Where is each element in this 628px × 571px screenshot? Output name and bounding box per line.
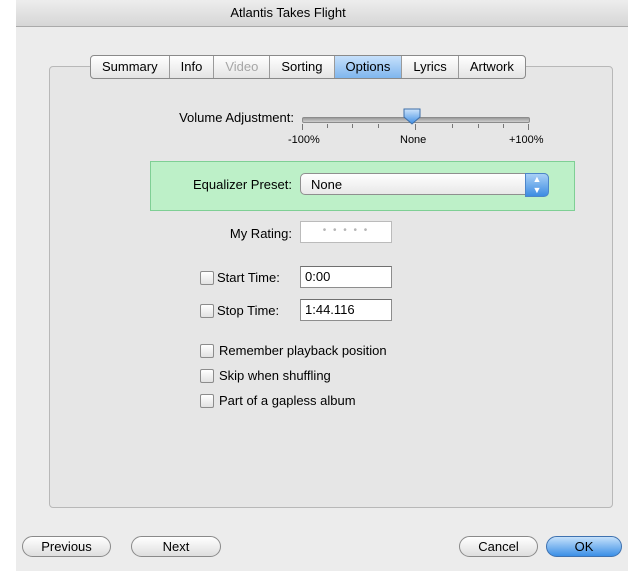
cancel-button[interactable]: Cancel <box>459 536 538 557</box>
tab-artwork[interactable]: Artwork <box>459 56 525 78</box>
rating-label: My Rating: <box>229 226 292 241</box>
previous-button[interactable]: Previous <box>22 536 111 557</box>
remember-position-checkbox[interactable] <box>200 344 214 358</box>
equalizer-preset-value: None <box>311 177 343 192</box>
equalizer-label: Equalizer Preset: <box>193 177 292 192</box>
tab-summary[interactable]: Summary <box>91 56 170 78</box>
volume-slider-knob[interactable] <box>403 108 421 125</box>
stop-time-label: Stop Time: <box>217 303 280 318</box>
start-time-field[interactable]: 0:00 <box>300 266 392 288</box>
tab-video: Video <box>214 56 271 78</box>
skip-shuffling-label: Skip when shuffling <box>219 368 331 383</box>
tab-lyrics[interactable]: Lyrics <box>402 56 459 78</box>
equalizer-preset-popup[interactable]: None ▲ ▼ <box>300 173 549 197</box>
title-bar: Atlantis Takes Flight <box>16 0 628 27</box>
tab-options[interactable]: Options <box>334 56 403 78</box>
start-time-checkbox[interactable] <box>200 271 214 285</box>
ok-button[interactable]: OK <box>546 536 622 557</box>
next-button[interactable]: Next <box>131 536 221 557</box>
volume-label: Volume Adjustment: <box>179 110 294 125</box>
skip-shuffling-checkbox[interactable] <box>200 369 214 383</box>
volume-ticks <box>302 124 530 132</box>
rating-stars[interactable]: • • • • • <box>300 221 392 243</box>
start-time-label: Start Time: <box>217 270 280 285</box>
remember-position-label: Remember playback position <box>219 343 387 358</box>
volume-max-label: +100% <box>509 134 544 146</box>
gapless-album-checkbox[interactable] <box>200 394 214 408</box>
stop-time-field[interactable]: 1:44.116 <box>300 299 392 321</box>
tab-sorting[interactable]: Sorting <box>270 56 335 78</box>
popup-arrows-icon: ▲ ▼ <box>525 173 549 197</box>
volume-mid-label: None <box>400 134 427 146</box>
tab-bar: Summary Info Video Sorting Options Lyric… <box>90 55 526 79</box>
gapless-album-label: Part of a gapless album <box>219 393 356 408</box>
tab-info[interactable]: Info <box>170 56 215 78</box>
info-dialog: Atlantis Takes Flight Summary Info Video… <box>16 0 628 571</box>
volume-min-label: -100% <box>288 134 320 146</box>
stop-time-checkbox[interactable] <box>200 304 214 318</box>
window-title: Atlantis Takes Flight <box>230 5 346 20</box>
